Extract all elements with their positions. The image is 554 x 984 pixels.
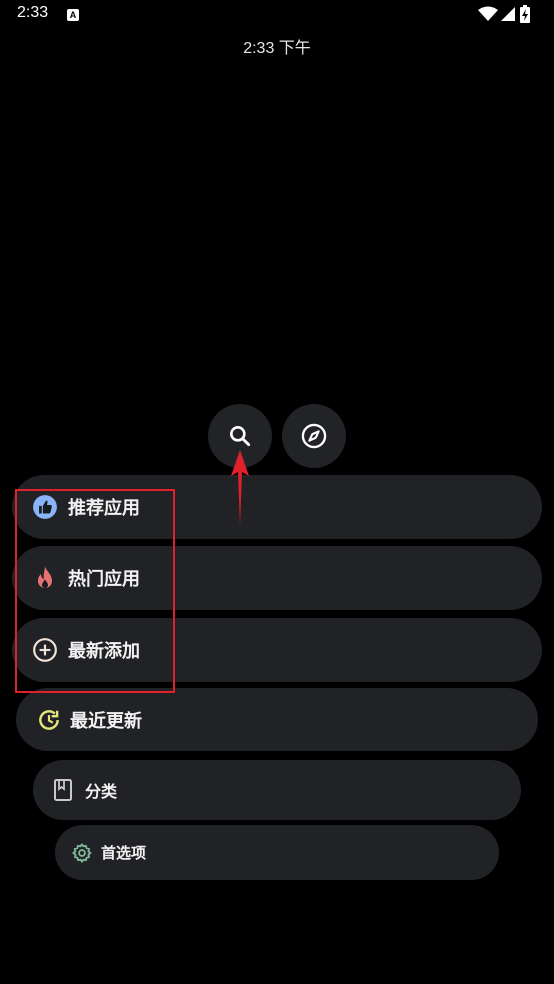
book-icon: [51, 778, 75, 802]
menu-item-label: 首选项: [101, 844, 147, 862]
annotation-arrow-icon: [231, 450, 249, 526]
menu-item-preferences[interactable]: 首选项: [55, 825, 499, 880]
menu-item-label: 推荐应用: [68, 498, 140, 519]
gear-icon: [71, 842, 93, 864]
signal-icon: [501, 7, 515, 21]
add-circle-icon: [32, 637, 58, 663]
update-icon: [36, 707, 62, 733]
explore-button[interactable]: [282, 404, 346, 468]
wifi-icon: [478, 6, 498, 21]
status-bar: 2:33 A: [0, 0, 554, 30]
menu-item-label: 最近更新: [70, 710, 142, 732]
menu-item-popular[interactable]: 热门应用: [12, 546, 542, 610]
thumbs-up-icon: [32, 494, 58, 520]
menu-item-label: 最新添加: [68, 641, 140, 662]
status-icons: [478, 5, 538, 24]
compass-icon: [301, 423, 327, 449]
menu-item-updated[interactable]: 最近更新: [16, 688, 538, 751]
menu-item-categories[interactable]: 分类: [33, 760, 521, 820]
fire-icon: [32, 565, 58, 591]
menu-item-label: 分类: [85, 782, 118, 801]
menu-item-label: 热门应用: [68, 569, 140, 590]
status-time: 2:33: [17, 4, 49, 21]
menu-item-recommended[interactable]: 推荐应用: [12, 475, 542, 539]
clock-text: 2:33 下午: [243, 40, 311, 57]
menu-item-new[interactable]: 最新添加: [12, 618, 542, 682]
a-icon: A: [67, 9, 79, 21]
search-icon: [230, 426, 251, 447]
battery-charging-icon: [520, 5, 530, 23]
